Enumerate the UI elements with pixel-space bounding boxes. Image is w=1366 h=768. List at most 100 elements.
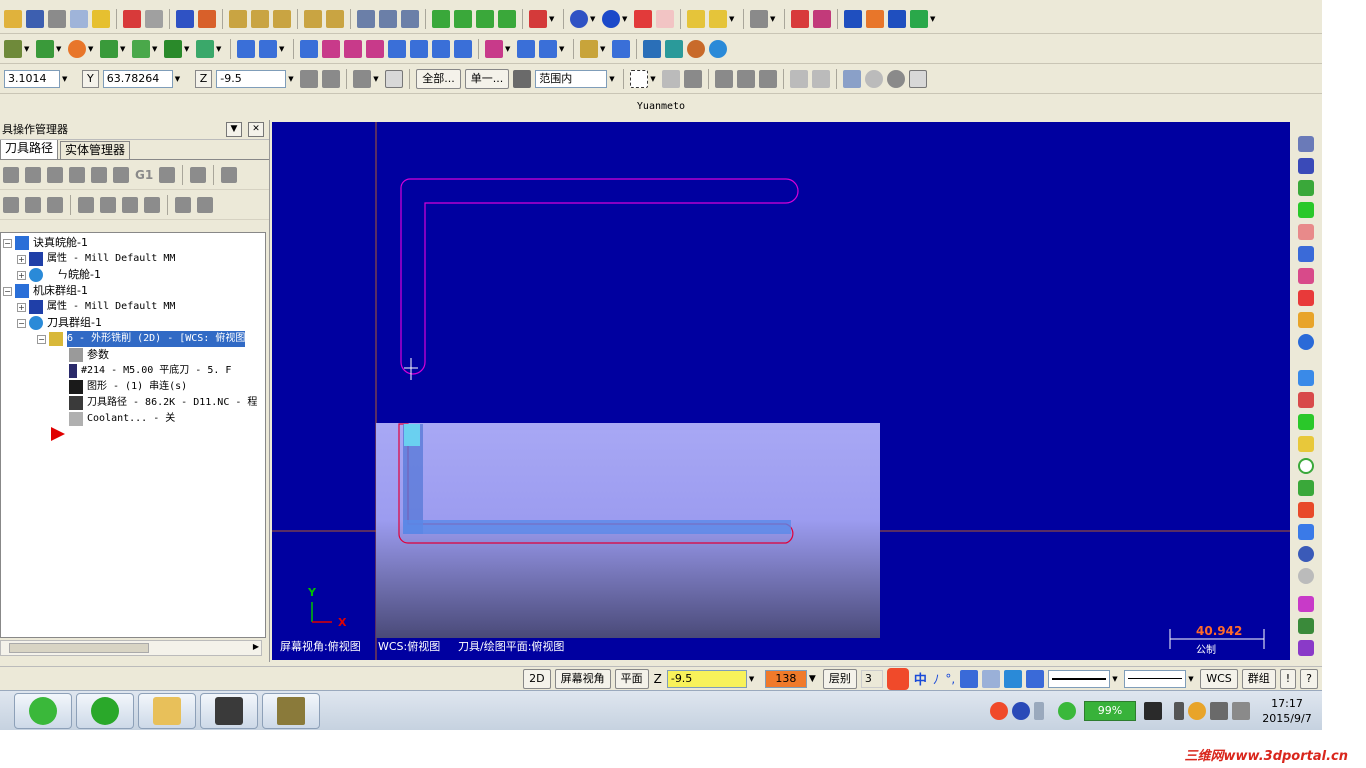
linestyle-select[interactable] [1048,669,1111,688]
sketch-icon[interactable] [539,39,557,58]
save-icon[interactable] [26,9,44,28]
taskbar-wifi-app[interactable] [76,693,134,729]
material-outline-icon[interactable] [656,9,674,28]
level-icon[interactable] [1298,596,1314,612]
tool-dropdown-icon[interactable]: ▼ [770,15,778,23]
tree-row[interactable]: 图形 - (1) 串连(s) [69,379,187,395]
backplot-icon[interactable] [687,39,705,58]
regen-icon[interactable] [379,9,397,28]
post-ops-icon[interactable] [159,166,176,183]
wrench-icon[interactable] [1026,669,1045,688]
sogou-ime-icon[interactable] [886,667,909,690]
return-icon[interactable] [1298,480,1314,496]
print-icon[interactable] [48,9,66,28]
g1-post-label[interactable]: G1 [135,168,153,182]
volume-icon[interactable] [1232,702,1250,720]
view-right-icon[interactable] [498,9,516,28]
lock-icon[interactable] [3,196,19,213]
linestyle-dropdown-icon[interactable]: ▼ [1112,675,1120,683]
tree-row-selected-operation[interactable]: − 6 - 外形铣削 (2D) - [WCS: 俯视图 [37,331,246,347]
analyze-icon[interactable] [844,9,862,28]
what-icon[interactable] [791,9,809,28]
tree-row[interactable]: + ㄣ皖舱-1 [17,267,101,283]
group-button[interactable]: 群组 [1241,668,1276,689]
material-icon[interactable] [634,9,652,28]
sphere-icon[interactable] [1298,334,1314,350]
highfeed-icon[interactable] [190,166,207,183]
user-icon[interactable] [982,669,1001,688]
sigma-icon[interactable] [888,9,906,28]
tree-row[interactable]: + 属性 - Mill Default MM [17,251,175,267]
signal-icon[interactable] [1210,702,1228,720]
wand-icon[interactable] [1298,436,1314,452]
keyboard-icon[interactable] [960,669,979,688]
verify-icon[interactable] [665,39,683,58]
measure-icon[interactable] [612,39,630,58]
edge-select-icon[interactable] [759,69,778,88]
tree-horizontal-scrollbar[interactable]: ▶ [0,640,262,656]
pencil-dropdown-icon[interactable]: ▼ [729,15,737,23]
expander-icon[interactable]: − [3,238,12,248]
exit-dropdown-icon[interactable]: ▼ [930,15,938,23]
y-dropdown-icon[interactable]: ▼ [175,75,183,83]
tree-row[interactable]: #214 - M5.00 平底刀 - 5. F [69,363,231,379]
expander-icon[interactable]: + [17,270,26,280]
point-dropdown-icon[interactable]: ▼ [56,45,64,53]
nesting-icon[interactable] [517,39,535,58]
expander-icon[interactable]: − [3,286,12,296]
regen-ops-icon[interactable] [47,166,63,183]
verify-select-icon[interactable] [843,69,862,88]
x-coordinate-field[interactable]: 3.1014 [4,69,60,88]
xform-array-icon[interactable] [410,39,428,58]
break-icon[interactable] [259,39,277,58]
taskbar-mastercam[interactable] [200,693,258,729]
ime-punct-label[interactable]: °, [945,672,955,686]
tree-row[interactable]: Coolant... - 关 [69,411,175,427]
loop-select-icon[interactable] [790,69,809,88]
chain-icon[interactable] [1298,268,1314,284]
xform-translate-icon[interactable] [300,39,318,58]
tree-icon[interactable] [1298,246,1314,262]
screen-view-button[interactable]: 屏幕视角 [554,668,611,689]
range-select[interactable]: 范围内 [535,69,608,88]
scroll-thumb[interactable] [9,643,149,653]
drafting-dropdown-icon[interactable]: ▼ [505,45,513,53]
circle-icon[interactable] [68,39,86,58]
insert-arrow-marker-icon[interactable] [51,427,65,441]
view-front-icon[interactable] [476,9,494,28]
drafting-icon[interactable] [485,39,503,58]
expander-icon[interactable]: + [17,302,26,312]
cube-view-dropdown-icon[interactable]: ▼ [549,15,557,23]
help-select-icon[interactable] [909,69,928,88]
back-select-icon[interactable] [812,69,831,88]
pencil-icon[interactable] [687,9,705,28]
wifi-tray-icon[interactable] [1058,702,1076,720]
xform-mirror-icon[interactable] [322,39,340,58]
shirt-icon[interactable] [1004,669,1023,688]
repaint-icon[interactable] [401,9,419,28]
toggle-display-icon[interactable] [25,196,41,213]
xform-offset-icon[interactable] [388,39,406,58]
insert-arrow-icon[interactable] [122,196,138,213]
pointer-icon[interactable] [662,69,681,88]
linewidth-dropdown-icon[interactable]: ▼ [1188,675,1196,683]
no-icon[interactable] [1298,568,1314,584]
exit-icon[interactable] [910,9,928,28]
clear-color-icon[interactable] [357,9,375,28]
simulate-icon[interactable] [709,39,727,58]
add-icon[interactable] [1298,202,1314,218]
y-coordinate-field[interactable]: 63.78264 [102,69,173,88]
xform-scale-icon[interactable] [366,39,384,58]
chart-icon[interactable] [866,9,884,28]
view-top-icon[interactable] [454,9,472,28]
select-all-button[interactable]: 全部... [416,68,461,89]
undo-icon[interactable] [123,9,141,28]
box-blue-icon[interactable] [1298,524,1314,540]
sketch-dropdown-icon[interactable]: ▼ [559,45,567,53]
zoom-window-icon[interactable] [229,9,247,28]
battery-indicator[interactable]: 99% [1084,701,1136,721]
analyze-dropdown-icon[interactable]: ▼ [600,45,608,53]
taskbar-image[interactable] [262,693,320,729]
point-icon[interactable] [36,39,54,58]
line-icon[interactable] [4,39,22,58]
